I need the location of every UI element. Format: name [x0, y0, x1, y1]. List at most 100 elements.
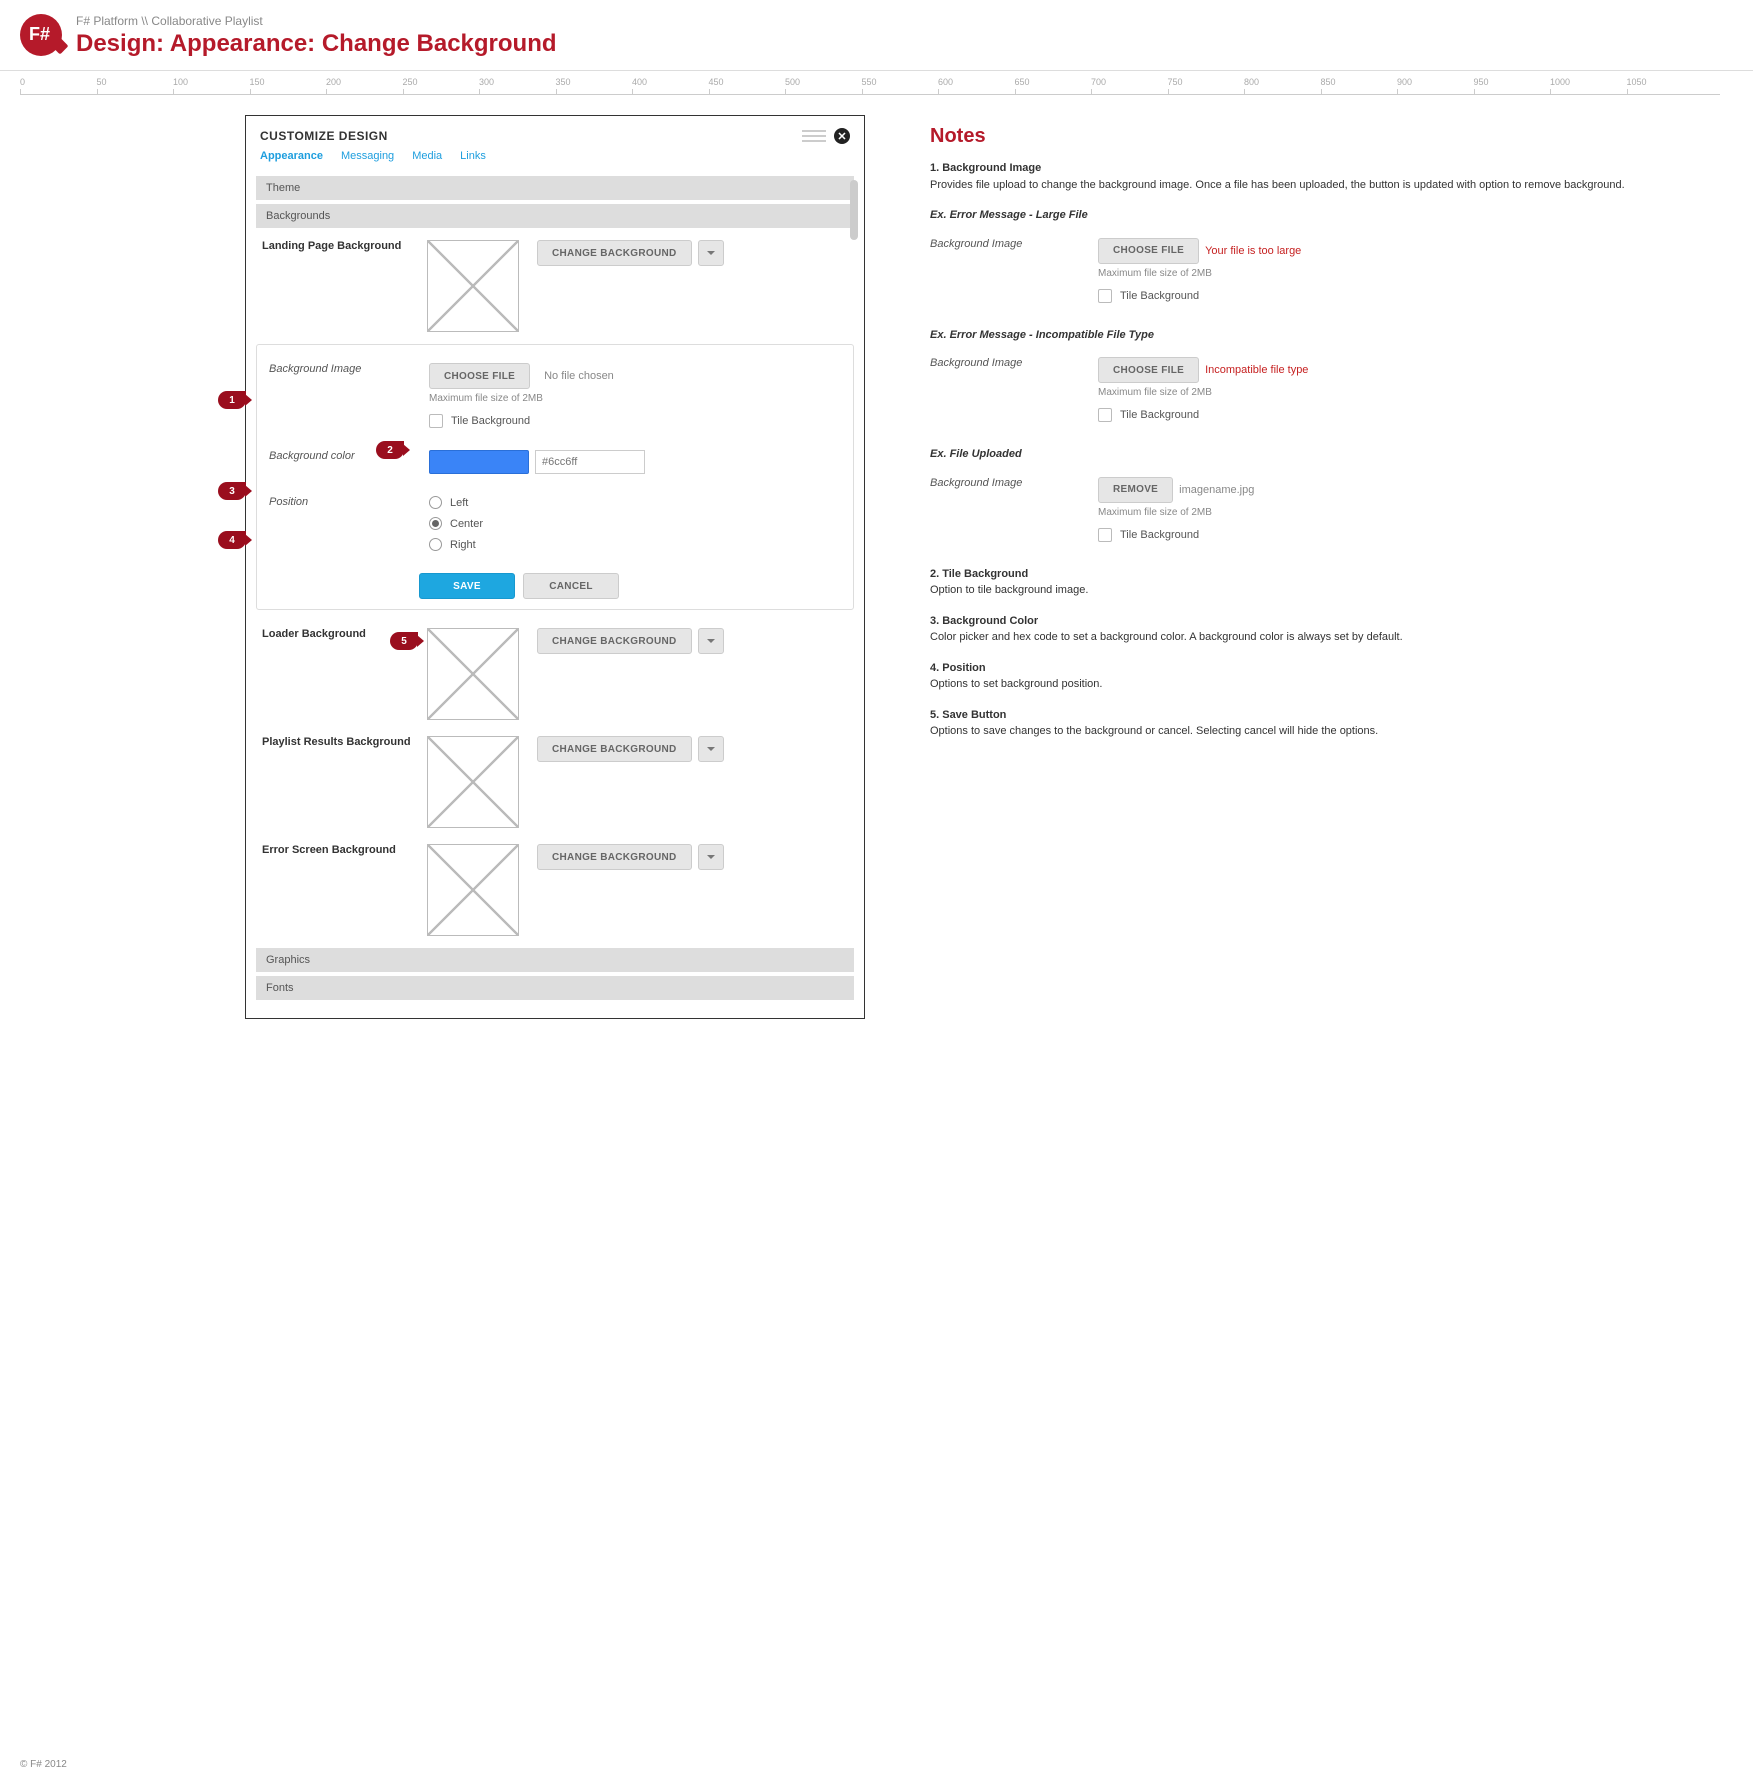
playlist-image-placeholder	[427, 736, 519, 828]
note-2-title: 2. Tile Background	[930, 568, 1028, 580]
breadcrumb: F# Platform \\ Collaborative Playlist	[76, 14, 1733, 28]
ex-up-hint: Maximum file size of 2MB	[1098, 507, 1733, 518]
tab-links[interactable]: Links	[460, 150, 486, 162]
annotation-marker-5: 5	[390, 632, 418, 650]
ruler-label: 0	[20, 77, 25, 87]
tile-label: Tile Background	[451, 415, 530, 427]
annotation-marker-1: 1	[218, 391, 246, 409]
ex-type-tile-checkbox[interactable]	[1098, 408, 1112, 422]
ex-up-label: Background Image	[930, 477, 1090, 489]
radio-center[interactable]	[429, 517, 442, 530]
ex-up-tile-checkbox[interactable]	[1098, 528, 1112, 542]
page-header: F# F# Platform \\ Collaborative Playlist…	[0, 0, 1753, 64]
choose-file-button[interactable]: Choose File	[429, 363, 530, 389]
loader-image-placeholder	[427, 628, 519, 720]
page-title: Design: Appearance: Change Background	[76, 30, 1733, 58]
ex-large-tile-label: Tile Background	[1120, 290, 1199, 302]
color-swatch[interactable]	[429, 450, 529, 474]
radio-left-label: Left	[450, 497, 468, 509]
tab-media[interactable]: Media	[412, 150, 442, 162]
logo-text: F#	[29, 24, 50, 45]
error-change-button[interactable]: CHANGE BACKGROUND	[537, 844, 692, 870]
row-landing-background: Landing Page Background CHANGE BACKGROUN…	[256, 232, 854, 340]
cancel-button[interactable]: CANCEL	[523, 573, 619, 599]
ex-type-label: Background Image	[930, 357, 1090, 369]
ex-large-tile-checkbox[interactable]	[1098, 289, 1112, 303]
background-editor: Background Image Choose File No file cho…	[256, 344, 854, 610]
customize-design-panel: CUSTOMIZE DESIGN ✕ Appearance Messaging …	[245, 115, 865, 1019]
section-theme[interactable]: Theme	[256, 176, 854, 200]
save-button[interactable]: SAVE	[419, 573, 515, 599]
notes-column: Notes 1. Background Image Provides file …	[930, 115, 1733, 1019]
ex-type-error: Incompatible file type	[1205, 364, 1308, 376]
ex-up-remove-button[interactable]: Remove	[1098, 477, 1173, 503]
ruler-label: 800	[1244, 77, 1259, 87]
radio-left[interactable]	[429, 496, 442, 509]
row-playlist-background: Playlist Results Background CHANGE BACKG…	[256, 728, 854, 836]
radio-right[interactable]	[429, 538, 442, 551]
note-3-body: Color picker and hex code to set a backg…	[930, 631, 1403, 643]
ruler-label: 250	[403, 77, 418, 87]
ex-large-error: Your file is too large	[1205, 245, 1301, 257]
error-label: Error Screen Background	[262, 844, 417, 856]
section-graphics[interactable]: Graphics	[256, 948, 854, 972]
ruler-label: 750	[1168, 77, 1183, 87]
mockup-column: 1 2 3 4 5 CUSTOMIZE DESIGN ✕ Appearance	[20, 115, 900, 1019]
bg-image-label: Background Image	[269, 363, 419, 375]
ruler-label: 1050	[1627, 77, 1647, 87]
annotation-marker-2: 2	[376, 441, 404, 459]
drag-handle-icon[interactable]	[802, 130, 826, 142]
ex-type-tile-label: Tile Background	[1120, 409, 1199, 421]
notes-title: Notes	[930, 125, 1733, 148]
row-loader-background: Loader Background CHANGE BACKGROUND	[256, 620, 854, 728]
landing-change-button[interactable]: CHANGE BACKGROUND	[537, 240, 692, 266]
note-5-title: 5. Save Button	[930, 709, 1006, 721]
playlist-label: Playlist Results Background	[262, 736, 417, 748]
ruler-label: 100	[173, 77, 188, 87]
example-incompatible-type: Background Image Choose File Incompatibl…	[930, 357, 1733, 422]
note-5-body: Options to save changes to the backgroun…	[930, 725, 1378, 737]
ruler-label: 700	[1091, 77, 1106, 87]
error-dropdown-caret[interactable]	[698, 844, 724, 870]
ex-up-title: Ex. File Uploaded	[930, 448, 1022, 460]
hex-input[interactable]	[535, 450, 645, 474]
scrollbar-thumb[interactable]	[850, 180, 858, 240]
ruler: 0501001502002503003504004505005506006507…	[20, 75, 1720, 95]
playlist-change-button[interactable]: CHANGE BACKGROUND	[537, 736, 692, 762]
landing-dropdown-caret[interactable]	[698, 240, 724, 266]
ruler-label: 400	[632, 77, 647, 87]
tab-messaging[interactable]: Messaging	[341, 150, 394, 162]
ruler-label: 550	[862, 77, 877, 87]
ex-large-hint: Maximum file size of 2MB	[1098, 268, 1733, 279]
file-state-text: No file chosen	[544, 370, 614, 382]
ruler-label: 600	[938, 77, 953, 87]
annotation-marker-3: 3	[218, 482, 246, 500]
ruler-label: 650	[1015, 77, 1030, 87]
loader-dropdown-caret[interactable]	[698, 628, 724, 654]
note-2-body: Option to tile background image.	[930, 584, 1088, 596]
landing-image-placeholder	[427, 240, 519, 332]
ruler-label: 1000	[1550, 77, 1570, 87]
error-image-placeholder	[427, 844, 519, 936]
ruler-label: 200	[326, 77, 341, 87]
section-backgrounds[interactable]: Backgrounds	[256, 204, 854, 228]
ruler-label: 500	[785, 77, 800, 87]
loader-change-button[interactable]: CHANGE BACKGROUND	[537, 628, 692, 654]
ruler-label: 950	[1474, 77, 1489, 87]
note-1-title: 1. Background Image	[930, 162, 1041, 174]
tile-checkbox[interactable]	[429, 414, 443, 428]
tab-appearance[interactable]: Appearance	[260, 150, 323, 162]
note-4-body: Options to set background position.	[930, 678, 1102, 690]
note-4-title: 4. Position	[930, 662, 986, 674]
ruler-label: 850	[1321, 77, 1336, 87]
ex-type-choose-button[interactable]: Choose File	[1098, 357, 1199, 383]
section-fonts[interactable]: Fonts	[256, 976, 854, 1000]
playlist-dropdown-caret[interactable]	[698, 736, 724, 762]
ex-large-choose-button[interactable]: Choose File	[1098, 238, 1199, 264]
ex-large-title: Ex. Error Message - Large File	[930, 209, 1088, 221]
annotation-marker-4: 4	[218, 531, 246, 549]
radio-right-label: Right	[450, 539, 476, 551]
panel-title: CUSTOMIZE DESIGN	[260, 129, 388, 143]
close-button[interactable]: ✕	[834, 128, 850, 144]
panel-tabs: Appearance Messaging Media Links	[246, 150, 864, 172]
